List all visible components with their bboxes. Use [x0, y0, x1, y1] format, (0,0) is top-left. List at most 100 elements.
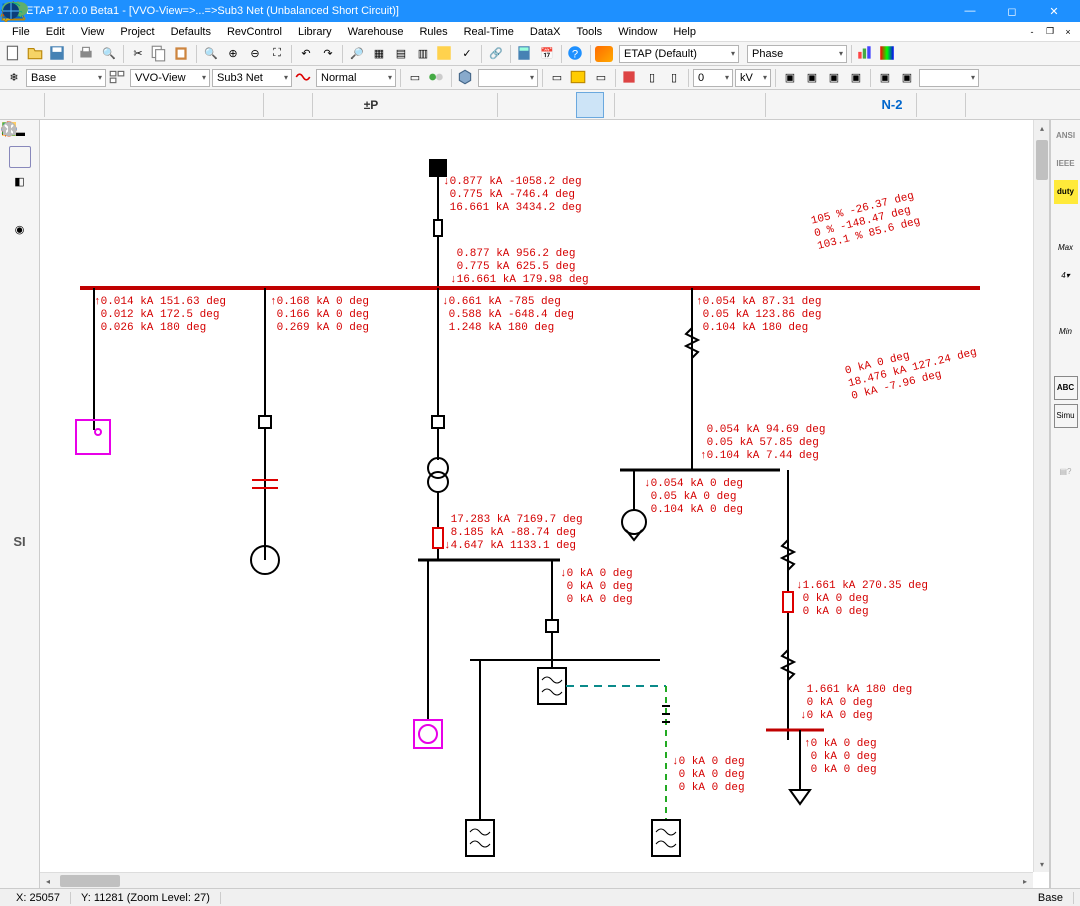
- menu-revcontrol[interactable]: RevControl: [219, 24, 290, 40]
- continuity-icon[interactable]: ✓: [457, 44, 477, 64]
- bolt-max-icon[interactable]: [1054, 208, 1078, 232]
- close-button[interactable]: ✕: [1034, 0, 1074, 22]
- menu-rules[interactable]: Rules: [411, 24, 455, 40]
- help-icon[interactable]: ?: [566, 44, 586, 64]
- pq-icon[interactable]: P Q: [55, 92, 83, 118]
- misc1-icon[interactable]: ▣: [780, 68, 800, 88]
- bolt-red-rt-icon[interactable]: [1054, 432, 1078, 456]
- scenario-combo[interactable]: [478, 69, 538, 87]
- zoom-out-button[interactable]: ⊖: [245, 44, 265, 64]
- value-combo[interactable]: 0: [693, 69, 733, 87]
- horseshoe-icon[interactable]: [659, 92, 687, 118]
- element-meter-icon[interactable]: [9, 194, 31, 216]
- pencil-icon[interactable]: [6, 92, 34, 118]
- child-minimize-button[interactable]: -: [1024, 25, 1040, 39]
- tool-a-icon[interactable]: ▯: [642, 68, 662, 88]
- menu-library[interactable]: Library: [290, 24, 340, 40]
- menu-view[interactable]: View: [73, 24, 113, 40]
- zoom-fit-button[interactable]: ⛶: [267, 44, 287, 64]
- save-button[interactable]: [48, 44, 68, 64]
- unit-kv-combo[interactable]: kV: [735, 69, 771, 87]
- warn-group-icon[interactable]: [425, 92, 453, 118]
- open-button[interactable]: [26, 44, 46, 64]
- four-dropdown[interactable]: 4▾: [1054, 264, 1078, 288]
- misc2-icon[interactable]: ▣: [802, 68, 822, 88]
- menu-edit[interactable]: Edit: [38, 24, 73, 40]
- element-globe-icon[interactable]: [9, 290, 31, 312]
- horizontal-scrollbar[interactable]: ◂ ▸: [40, 872, 1033, 888]
- max-button[interactable]: Max: [1054, 236, 1078, 260]
- element-map-icon[interactable]: [9, 386, 31, 408]
- hierarchy-green-icon[interactable]: [9, 506, 31, 528]
- ansi-button[interactable]: ANSI: [1054, 124, 1078, 148]
- curve-blue-icon[interactable]: [274, 92, 302, 118]
- pq-na-icon[interactable]: PQnA: [542, 92, 570, 118]
- element-load-icon[interactable]: ◉: [9, 218, 31, 240]
- hierarchy-red-icon[interactable]: [9, 458, 31, 480]
- switch-red-icon[interactable]: [844, 92, 872, 118]
- element-panel-icon[interactable]: [9, 314, 31, 336]
- misc4-icon[interactable]: ▣: [846, 68, 866, 88]
- cancel-icon[interactable]: [1054, 488, 1078, 512]
- new-button[interactable]: [4, 44, 24, 64]
- report-icon[interactable]: 📅: [537, 44, 557, 64]
- revision-combo[interactable]: Base: [26, 69, 106, 87]
- harm-icon[interactable]: [191, 92, 219, 118]
- element-source-icon[interactable]: ◧: [9, 170, 31, 192]
- panel1-icon[interactable]: ▤: [391, 44, 411, 64]
- calc-icon[interactable]: [515, 44, 535, 64]
- pill-green-icon[interactable]: [927, 92, 955, 118]
- star-icon[interactable]: [727, 92, 755, 118]
- stop-icon[interactable]: [620, 68, 640, 88]
- tool-b-icon[interactable]: ▯: [664, 68, 684, 88]
- view-picker-icon[interactable]: [108, 68, 128, 88]
- vertical-scrollbar[interactable]: ▴ ▾: [1033, 120, 1049, 872]
- bolt-pm-icon[interactable]: ±: [391, 92, 419, 118]
- layers-icon[interactable]: ▭: [405, 68, 425, 88]
- chart-grey-icon[interactable]: [1054, 516, 1078, 540]
- config-icon[interactable]: ❄: [4, 68, 24, 88]
- element-graph-icon[interactable]: [9, 362, 31, 384]
- panel2-icon[interactable]: ▥: [413, 44, 433, 64]
- min-button[interactable]: Min: [1054, 320, 1078, 344]
- globe-blue-icon[interactable]: [1010, 92, 1038, 118]
- woc-icon[interactable]: WOC: [976, 92, 1004, 118]
- menu-file[interactable]: File: [4, 24, 38, 40]
- plusminus-p-icon[interactable]: ±P: [357, 92, 385, 118]
- print-preview-button[interactable]: 🔍: [99, 44, 119, 64]
- arrow-down-red-icon[interactable]: [776, 92, 804, 118]
- cube-icon[interactable]: [456, 68, 476, 88]
- misc3-icon[interactable]: ▣: [824, 68, 844, 88]
- canvas[interactable]: ↓0.877 kA -1058.2 deg 0.775 kA -746.4 de…: [40, 120, 1050, 888]
- minimize-button[interactable]: —: [950, 0, 990, 22]
- n2-label[interactable]: N-2: [878, 92, 906, 118]
- copy-button[interactable]: [150, 44, 170, 64]
- print-button[interactable]: [77, 44, 97, 64]
- unit-combo[interactable]: Phase: [747, 45, 847, 63]
- run1-icon[interactable]: ▭: [547, 68, 567, 88]
- scope-icon[interactable]: [625, 92, 653, 118]
- bolt-min-icon[interactable]: [1054, 292, 1078, 316]
- element-branch-icon[interactable]: [9, 146, 31, 168]
- mode-icon[interactable]: [294, 68, 314, 88]
- motor-start-icon[interactable]: [157, 92, 185, 118]
- doc-q-icon[interactable]: ▤?: [1054, 460, 1078, 484]
- network-combo[interactable]: Sub3 Net: [212, 69, 292, 87]
- duty-button[interactable]: duty: [1054, 180, 1078, 204]
- menu-tools[interactable]: Tools: [569, 24, 611, 40]
- redo-button[interactable]: ↷: [318, 44, 338, 64]
- find-button[interactable]: 🔎: [347, 44, 367, 64]
- maximize-button[interactable]: ◻: [992, 0, 1032, 22]
- bolt-red-icon[interactable]: [89, 92, 117, 118]
- bus-icon[interactable]: [693, 92, 721, 118]
- menu-project[interactable]: Project: [112, 24, 162, 40]
- link-icon[interactable]: 🔗: [486, 44, 506, 64]
- pq-flow2-icon[interactable]: P Q: [508, 92, 536, 118]
- element-cable-icon[interactable]: [9, 242, 31, 264]
- ieee-button[interactable]: IEEE: [1054, 152, 1078, 176]
- run3-icon[interactable]: ▭: [591, 68, 611, 88]
- wave-icon[interactable]: [225, 92, 253, 118]
- menu-datax[interactable]: DataX: [522, 24, 569, 40]
- simu-button[interactable]: Simu: [1054, 404, 1078, 428]
- element-trash-icon[interactable]: [9, 434, 31, 456]
